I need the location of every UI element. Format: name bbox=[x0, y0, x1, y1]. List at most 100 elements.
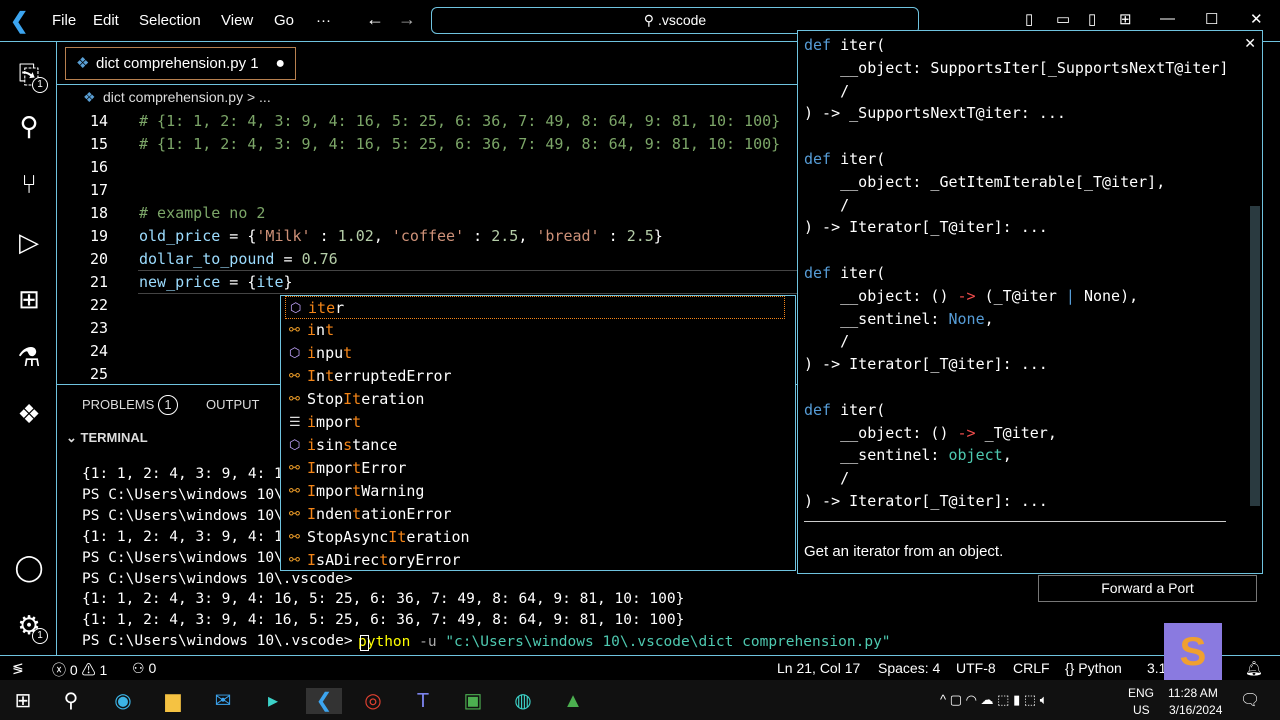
mail-icon[interactable]: ✉ bbox=[210, 688, 236, 714]
tab-problems[interactable]: PROBLEMS bbox=[82, 397, 154, 412]
settings-gear-icon[interactable]: ⚙ 1 bbox=[12, 608, 48, 644]
testing-icon[interactable]: ⚗ bbox=[12, 340, 46, 374]
unsaved-dot-icon[interactable]: ● bbox=[275, 48, 285, 79]
suggestion-item[interactable]: ⚯ StopIteration bbox=[285, 388, 785, 411]
problems-status[interactable]: ⓧ 0 ⚠ 1 bbox=[52, 660, 107, 680]
menu-go[interactable]: Go bbox=[274, 12, 294, 29]
run-debug-icon[interactable]: ▷ bbox=[12, 225, 46, 259]
suggestion-item[interactable]: ⬡ isinstance bbox=[285, 434, 785, 457]
signature-token: __sentinel: bbox=[804, 309, 949, 328]
breadcrumb-file: dict comprehension.py bbox=[103, 89, 244, 105]
suggestion-item[interactable]: ⬡ iter bbox=[285, 296, 785, 319]
code-token: 0.76 bbox=[301, 250, 338, 268]
toggle-panel-icon[interactable]: ▭ bbox=[1056, 10, 1070, 28]
windows-start-icon[interactable]: ⊞ bbox=[10, 688, 36, 714]
signature-token: iter( bbox=[840, 36, 886, 54]
teams-icon[interactable]: T bbox=[410, 688, 436, 714]
suggestion-item[interactable]: ☰ import bbox=[285, 411, 785, 434]
eol[interactable]: CRLF bbox=[1013, 660, 1050, 676]
notifications-bell-icon[interactable]: 🔔︎ bbox=[1245, 660, 1263, 677]
suggestion-item[interactable]: ⚯ InterruptedError bbox=[285, 365, 785, 388]
terminal-line: PS C:\Users\windows 10\ bbox=[82, 550, 283, 566]
breadcrumb[interactable]: ❖ dict comprehension.py > ... bbox=[83, 89, 271, 105]
google-drive-icon[interactable]: ▲ bbox=[560, 688, 586, 714]
suggestion-label: int bbox=[307, 321, 335, 339]
back-arrow-icon[interactable]: ← bbox=[366, 9, 384, 30]
terminal-app-icon[interactable]: ▸ bbox=[260, 688, 286, 714]
hover-signature-line: / bbox=[804, 332, 849, 350]
notification-center-icon[interactable]: 🗨︎ bbox=[1240, 690, 1260, 710]
toggle-sidebar-icon[interactable]: ▯ bbox=[1025, 10, 1033, 28]
tab-output[interactable]: OUTPUT bbox=[206, 397, 259, 412]
code-token: } bbox=[653, 227, 663, 245]
suggestion-item[interactable]: ⚯ ImportError bbox=[285, 457, 785, 480]
close-window-icon[interactable]: ✕ bbox=[1250, 10, 1263, 28]
suggestion-item[interactable]: ⚯ StopAsyncIteration bbox=[285, 526, 785, 549]
suggestion-item[interactable]: ⚯ int bbox=[285, 319, 785, 342]
warning-count: 1 bbox=[99, 662, 108, 678]
search-icon: ⚲ bbox=[643, 12, 658, 28]
explorer-icon[interactable]: ⎘ 1 bbox=[12, 57, 48, 93]
ports-count: 0 bbox=[148, 660, 157, 676]
search-icon[interactable]: ⚲ bbox=[12, 109, 46, 143]
source-control-icon[interactable]: ⑂ bbox=[12, 167, 46, 201]
suggestion-item[interactable]: ⚯ IndentationError bbox=[285, 503, 785, 526]
encoding[interactable]: UTF-8 bbox=[956, 660, 996, 676]
system-tray-icons[interactable]: ^ ▢ ◠ ☁ ⬚ ▮ ⬚ 🔈︎ bbox=[940, 692, 1048, 708]
file-explorer-icon[interactable]: ▆ bbox=[160, 688, 186, 714]
extensions-icon[interactable]: ⊞ bbox=[12, 282, 46, 316]
hover-signature-line: __object: _GetItemIterable[_T@iter], bbox=[804, 173, 1165, 191]
chrome-icon[interactable]: ◎ bbox=[360, 688, 386, 714]
edge-icon[interactable]: ◉ bbox=[110, 688, 136, 714]
code-token: = { bbox=[220, 227, 257, 245]
line-number: 15 bbox=[89, 135, 108, 153]
vscode-logo-icon: ❮ bbox=[10, 8, 29, 33]
indentation[interactable]: Spaces: 4 bbox=[878, 660, 940, 676]
code-token: = bbox=[274, 250, 302, 268]
signature-token: ), bbox=[1120, 286, 1139, 305]
remote-icon[interactable]: ≶ bbox=[12, 660, 24, 677]
app-icon-2[interactable]: ◍ bbox=[510, 688, 536, 714]
code-token: , bbox=[373, 227, 392, 245]
menu-more[interactable]: ··· bbox=[316, 12, 331, 29]
input-language[interactable]: ENG bbox=[1128, 686, 1154, 700]
menu-edit[interactable]: Edit bbox=[93, 12, 119, 29]
language-mode[interactable]: {} Python bbox=[1065, 660, 1122, 676]
terminal-section-header[interactable]: ⌄ TERMINAL bbox=[66, 430, 148, 446]
code-token: , bbox=[518, 227, 537, 245]
code-token: ite bbox=[256, 273, 284, 291]
accounts-icon[interactable]: ◯ bbox=[12, 550, 46, 584]
suggestion-widget[interactable]: ⬡ iter ⚯ int ⬡ input ⚯ InterruptedError ⚯ StopIte… bbox=[280, 295, 796, 571]
suggestion-item[interactable]: ⬡ input bbox=[285, 342, 785, 365]
signature-token: ) -> Iterator[_T@iter]: ... bbox=[804, 492, 1048, 510]
forward-port-button[interactable]: Forward a Port bbox=[1038, 575, 1257, 602]
tab-dict-comprehension[interactable]: ❖ dict comprehension.py 1 ● bbox=[65, 47, 296, 80]
python-icon[interactable]: ❖ bbox=[12, 397, 46, 431]
suggestion-item[interactable]: ⚯ IsADirectoryError bbox=[285, 549, 785, 572]
app-icon[interactable]: ▣ bbox=[460, 688, 486, 714]
hover-signature-line: ) -> Iterator[_T@iter]: ... bbox=[804, 355, 1048, 373]
hover-signature-line: / bbox=[804, 469, 849, 487]
clock-date[interactable]: 3/16/2024 bbox=[1169, 703, 1222, 717]
hover-signature-line: ) -> Iterator[_T@iter]: ... bbox=[804, 492, 1048, 510]
terminal-line: {1: 1, 2: 4, 3: 9, 4: 16, 5: 25, 6: 36, … bbox=[82, 591, 685, 607]
terminal-cursor bbox=[360, 635, 369, 651]
cursor-position[interactable]: Ln 21, Col 17 bbox=[777, 660, 860, 676]
forward-arrow-icon[interactable]: → bbox=[398, 9, 416, 30]
clock-time[interactable]: 11:28 AM bbox=[1168, 686, 1218, 700]
taskbar-search-icon[interactable]: ⚲ bbox=[58, 688, 84, 714]
toggle-secondary-sidebar-icon[interactable]: ▯ bbox=[1088, 10, 1096, 28]
menu-selection[interactable]: Selection bbox=[139, 12, 201, 29]
minimize-icon[interactable]: — bbox=[1160, 10, 1175, 27]
hover-scrollbar[interactable] bbox=[1250, 206, 1260, 506]
vscode-taskbar-icon[interactable]: ❮ bbox=[306, 688, 342, 714]
suggestion-item[interactable]: ⚯ ImportWarning bbox=[285, 480, 785, 503]
menu-file[interactable]: File bbox=[52, 12, 76, 29]
menu-view[interactable]: View bbox=[221, 12, 253, 29]
customize-layout-icon[interactable]: ⊞ bbox=[1119, 10, 1132, 28]
ports-status[interactable]: ⚇ 0 bbox=[132, 660, 156, 677]
maximize-icon[interactable]: ☐ bbox=[1205, 10, 1218, 28]
channel-logo-watermark: S bbox=[1164, 623, 1222, 681]
close-hover-icon[interactable]: ✕ bbox=[1244, 35, 1256, 52]
input-region[interactable]: US bbox=[1133, 703, 1150, 717]
